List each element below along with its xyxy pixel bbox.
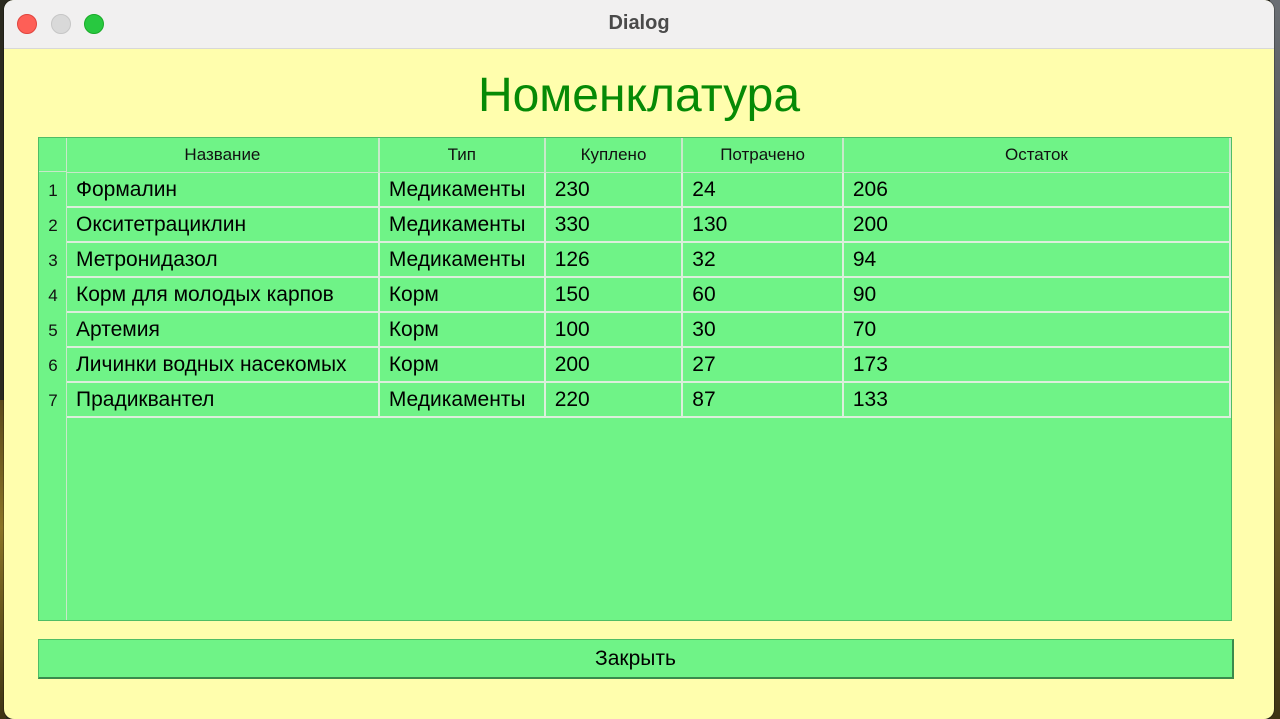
table-row[interactable]: Артемия Корм 100 30 70	[67, 312, 1232, 348]
table-grid: Название Тип Куплено Потрачено Остаток Ф…	[67, 138, 1232, 418]
cell-spent[interactable]: 60	[682, 277, 844, 313]
cell-name[interactable]: Артемия	[67, 312, 380, 348]
row-number[interactable]: 4	[39, 286, 67, 306]
cell-bought[interactable]: 200	[544, 347, 684, 383]
cell-name[interactable]: Формалин	[67, 172, 380, 208]
table-row[interactable]: Корм для молодых карпов Корм 150 60 90	[67, 277, 1232, 313]
table-row[interactable]: Метронидазол Медикаменты 126 32 94	[67, 242, 1232, 278]
cell-type[interactable]: Медикаменты	[378, 207, 546, 243]
column-header-type[interactable]: Тип	[378, 138, 546, 173]
nomenclature-table[interactable]: Название Тип Куплено Потрачено Остаток Ф…	[38, 137, 1232, 621]
cell-remainder[interactable]: 206	[842, 172, 1232, 208]
cell-name[interactable]: Метронидазол	[67, 242, 380, 278]
row-number[interactable]: 5	[39, 321, 67, 341]
cell-remainder[interactable]: 200	[842, 207, 1232, 243]
cell-remainder[interactable]: 173	[842, 347, 1232, 383]
table-header-row: Название Тип Куплено Потрачено Остаток	[67, 138, 1232, 173]
cell-remainder[interactable]: 94	[842, 242, 1232, 278]
cell-type[interactable]: Медикаменты	[378, 242, 546, 278]
cell-name[interactable]: Прадиквантел	[67, 382, 380, 418]
cell-remainder[interactable]: 70	[842, 312, 1232, 348]
page-title: Номенклатура	[477, 69, 801, 122]
table-row[interactable]: Прадиквантел Медикаменты 220 87 133	[67, 382, 1232, 418]
table-row[interactable]: Формалин Медикаменты 230 24 206	[67, 172, 1232, 208]
column-header-bought[interactable]: Куплено	[544, 138, 684, 173]
cell-name[interactable]: Корм для молодых карпов	[67, 277, 380, 313]
row-number[interactable]: 3	[39, 251, 67, 271]
cell-bought[interactable]: 100	[544, 312, 684, 348]
cell-bought[interactable]: 150	[544, 277, 684, 313]
cell-bought[interactable]: 220	[544, 382, 684, 418]
cell-type[interactable]: Корм	[378, 312, 546, 348]
cell-remainder[interactable]: 90	[842, 277, 1232, 313]
title-bar[interactable]: Dialog	[4, 0, 1274, 49]
cell-spent[interactable]: 32	[682, 242, 844, 278]
cell-bought[interactable]: 330	[544, 207, 684, 243]
window-title: Dialog	[608, 12, 670, 34]
column-header-remainder[interactable]: Остаток	[842, 138, 1232, 173]
table-corner-button[interactable]	[39, 138, 67, 172]
row-number[interactable]: 6	[39, 356, 67, 376]
cell-spent[interactable]: 27	[682, 347, 844, 383]
close-button[interactable]: Закрыть	[38, 639, 1234, 679]
table-row[interactable]: Окситетрациклин Медикаменты 330 130 200	[67, 207, 1232, 243]
cell-name[interactable]: Окситетрациклин	[67, 207, 380, 243]
cell-remainder[interactable]: 133	[842, 382, 1232, 418]
cell-type[interactable]: Корм	[378, 347, 546, 383]
dialog-window: Dialog Номенклатура Название Тип Куплено…	[4, 0, 1274, 719]
cell-spent[interactable]: 24	[682, 172, 844, 208]
row-number[interactable]: 7	[39, 391, 67, 411]
row-number[interactable]: 2	[39, 216, 67, 236]
cell-bought[interactable]: 230	[544, 172, 684, 208]
cell-bought[interactable]: 126	[544, 242, 684, 278]
row-number[interactable]: 1	[39, 181, 67, 201]
cell-spent[interactable]: 130	[682, 207, 844, 243]
table-row[interactable]: Личинки водных насекомых Корм 200 27 173	[67, 347, 1232, 383]
cell-spent[interactable]: 87	[682, 382, 844, 418]
cell-type[interactable]: Корм	[378, 277, 546, 313]
column-header-spent[interactable]: Потрачено	[682, 138, 844, 173]
column-header-name[interactable]: Название	[67, 138, 380, 173]
cell-spent[interactable]: 30	[682, 312, 844, 348]
cell-type[interactable]: Медикаменты	[378, 382, 546, 418]
cell-name[interactable]: Личинки водных насекомых	[67, 347, 380, 383]
cell-type[interactable]: Медикаменты	[378, 172, 546, 208]
